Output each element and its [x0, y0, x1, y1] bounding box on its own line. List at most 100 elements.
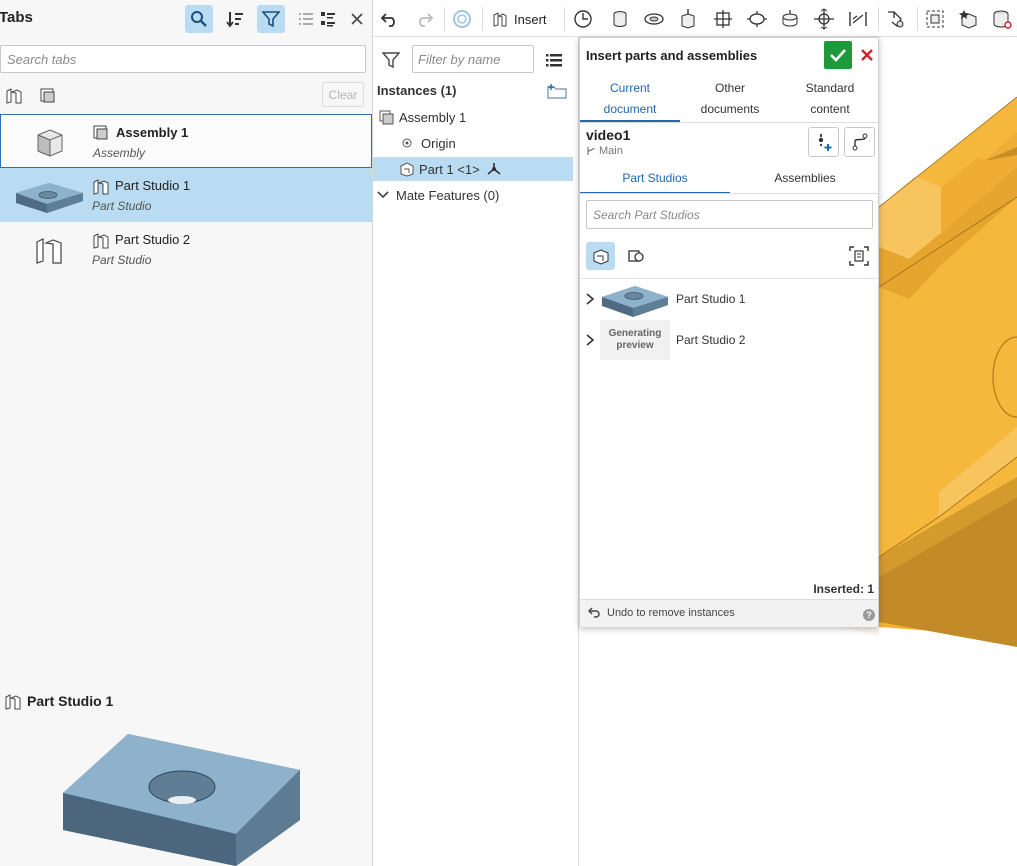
tabs-panel: Tabs Clear Assembly 1: [0, 0, 373, 866]
part-icon: [400, 162, 414, 177]
instance-filter-button[interactable]: [382, 51, 400, 69]
tab-standard-content[interactable]: Standard content: [780, 78, 880, 122]
part-studio-1-thumbnail: [12, 174, 86, 216]
help-icon[interactable]: ?: [863, 609, 875, 621]
clear-filter-button[interactable]: Clear: [322, 82, 364, 107]
tangent-mate-icon: [888, 11, 904, 28]
cancel-button[interactable]: [856, 43, 878, 67]
add-folder-button[interactable]: [547, 83, 567, 99]
tree-item-assembly[interactable]: Assembly 1: [373, 105, 573, 129]
filter-by-name-field[interactable]: [412, 45, 534, 73]
pin-slot-mate-button[interactable]: [777, 6, 803, 32]
tab-item-part-studio-2[interactable]: Part Studio 2 Part Studio: [0, 222, 372, 276]
tree-item-mate-features[interactable]: Mate Features (0): [373, 183, 573, 207]
filter-tabs-button[interactable]: [257, 5, 285, 33]
tab-item-assembly-1[interactable]: Assembly 1 Assembly: [0, 114, 372, 168]
part-studio-icon: [93, 179, 109, 195]
group-button[interactable]: [922, 6, 948, 32]
preview-title: Part Studio 1: [27, 693, 114, 709]
part-studio-list-item[interactable]: Generating preview Part Studio 2: [580, 320, 878, 360]
checkmark-icon: [830, 49, 846, 62]
undo-icon: [588, 607, 600, 618]
detail-view-button[interactable]: [314, 5, 342, 33]
regenerate-button[interactable]: [449, 6, 475, 32]
revolute-mate-button[interactable]: [641, 6, 667, 32]
version-branch-button[interactable]: [844, 127, 875, 157]
close-icon: [351, 13, 363, 25]
part-studio-icon: [6, 88, 22, 104]
insert-button[interactable]: Insert: [492, 6, 547, 32]
chevron-right-icon: [586, 334, 595, 346]
branch-icon: [587, 147, 595, 155]
tabs-search-field[interactable]: [0, 45, 366, 73]
inserted-count: Inserted: 1: [813, 582, 874, 596]
document-name: video1: [586, 127, 631, 143]
close-tabs-button[interactable]: [343, 5, 371, 33]
close-icon: [861, 49, 873, 61]
part-studio-icon: [593, 249, 608, 265]
undo-button[interactable]: [377, 6, 403, 32]
slider-mate-button[interactable]: [675, 6, 701, 32]
planar-mate-button[interactable]: [710, 6, 736, 32]
instance-list-options-button[interactable]: [545, 52, 563, 68]
tab-current-document[interactable]: Current document: [580, 78, 680, 122]
cylinder-settings-icon: [993, 10, 1012, 29]
toolbar: Insert: [373, 0, 1017, 37]
insert-mate-icon: [818, 134, 831, 151]
planar-mate-icon: [714, 10, 732, 28]
undo-instances-button[interactable]: [588, 607, 600, 619]
fastened-mate-button[interactable]: [607, 6, 633, 32]
tab-part-studios[interactable]: Part Studios: [580, 165, 730, 194]
sort-tabs-button[interactable]: [221, 5, 249, 33]
dialog-title: Insert parts and assemblies: [586, 48, 758, 63]
tab-item-name: Part Studio 2: [115, 232, 191, 247]
assembly-icon: [93, 125, 108, 140]
part-studio-view-button[interactable]: [586, 242, 615, 270]
fit-view-button[interactable]: [844, 242, 873, 270]
accept-button[interactable]: [824, 41, 852, 69]
tab-item-part-studio-1[interactable]: Part Studio 1 Part Studio: [0, 168, 372, 222]
tree-item-part-instance[interactable]: Part 1 <1>: [373, 157, 573, 181]
part-studio-list-item[interactable]: Part Studio 1: [580, 279, 878, 319]
cylindrical-mate-button[interactable]: [744, 6, 770, 32]
part-studio-1-thumbnail: [600, 279, 670, 319]
insert-with-mate-button[interactable]: [808, 127, 839, 157]
search-part-studios-field[interactable]: [586, 200, 873, 229]
mate-connector-cylinder-button[interactable]: [989, 6, 1015, 32]
search-icon: [191, 11, 207, 27]
search-part-studios-input[interactable]: [587, 201, 872, 228]
redo-button[interactable]: [411, 6, 437, 32]
tab-other-documents[interactable]: Other documents: [680, 78, 780, 122]
mate-connector-icon: [487, 163, 501, 175]
ball-mate-button[interactable]: [811, 6, 837, 32]
parallel-mate-button[interactable]: [845, 6, 871, 32]
tab-item-name: Part Studio 1: [115, 178, 191, 193]
undo-footer: Undo to remove instances ?: [580, 599, 878, 627]
generating-preview-placeholder: Generating preview: [600, 320, 670, 360]
fastened-mate-icon: [613, 11, 627, 27]
tabs-search-input[interactable]: [1, 46, 365, 72]
tab-assemblies[interactable]: Assemblies: [730, 165, 880, 194]
tab-item-type: Part Studio: [92, 199, 152, 213]
part-studio-icon: [93, 233, 109, 249]
filter-assemblies-button[interactable]: [37, 84, 59, 106]
insert-icon: [493, 12, 507, 27]
insert-parts-dialog: Insert parts and assemblies Current docu…: [579, 37, 879, 627]
tangent-mate-button[interactable]: [883, 6, 909, 32]
ball-mate-icon: [814, 8, 834, 30]
revolute-mate-icon: [644, 13, 664, 25]
insert-label: Insert: [514, 11, 547, 27]
branch-indicator: Main: [586, 145, 623, 157]
list-icon: [546, 54, 562, 67]
mate-connector-icon: [574, 10, 592, 28]
regenerate-icon: [453, 10, 471, 28]
tree-item-origin[interactable]: Origin: [373, 131, 573, 155]
replicate-button[interactable]: [956, 6, 982, 32]
sketch-view-button[interactable]: [621, 242, 650, 270]
chevron-down-icon: [377, 191, 389, 199]
mate-connector-button[interactable]: [570, 6, 596, 32]
filter-part-studios-button[interactable]: [3, 84, 25, 106]
search-tabs-button[interactable]: [185, 5, 213, 33]
filter-by-name-input[interactable]: [413, 46, 533, 72]
branch-name: Main: [599, 145, 623, 157]
